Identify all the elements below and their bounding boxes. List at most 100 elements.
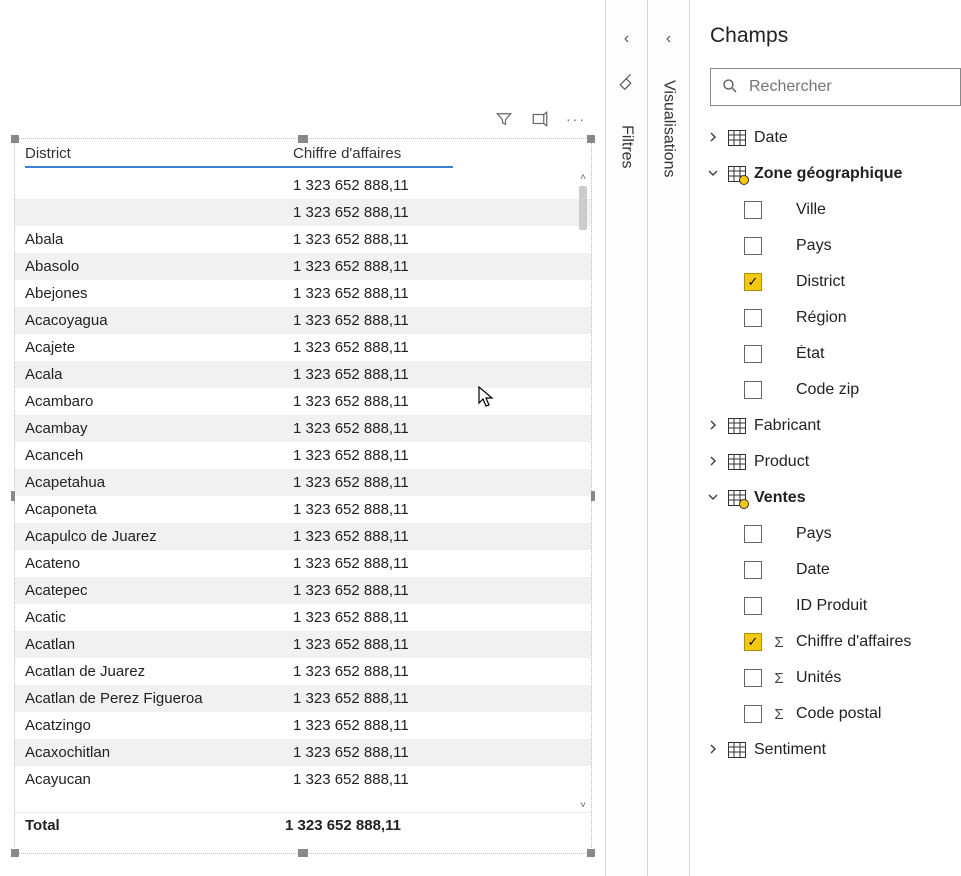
cell-district: Abala bbox=[25, 231, 293, 248]
table-row[interactable]: Abejones1 323 652 888,11 bbox=[15, 280, 591, 307]
scroll-up-icon[interactable]: ˄ bbox=[577, 172, 589, 184]
table-row[interactable]: Acatlan1 323 652 888,11 bbox=[15, 631, 591, 658]
total-label: Total bbox=[25, 817, 285, 834]
table-row[interactable]: Acapulco de Juarez1 323 652 888,11 bbox=[15, 523, 591, 550]
field-label: Unités bbox=[796, 669, 953, 687]
resize-handle[interactable] bbox=[587, 849, 595, 857]
table-row[interactable]: Acateno1 323 652 888,11 bbox=[15, 550, 591, 577]
expand-viz-chevron-icon[interactable]: ‹ bbox=[666, 30, 671, 48]
field-row[interactable]: Code zip bbox=[744, 372, 953, 408]
scroll-thumb[interactable] bbox=[579, 186, 587, 230]
table-body: ˄ ˅ 1 323 652 888,111 323 652 888,11Abal… bbox=[15, 172, 591, 812]
visualizations-pane-collapsed[interactable]: ‹ Visualisations bbox=[647, 0, 689, 876]
cell-revenue: 1 323 652 888,11 bbox=[293, 690, 443, 707]
cell-district: Acatic bbox=[25, 609, 293, 626]
chevron-down-icon[interactable] bbox=[706, 489, 720, 507]
column-header-revenue[interactable]: Chiffre d'affaires bbox=[293, 145, 443, 162]
table-node[interactable]: Date bbox=[706, 120, 953, 156]
table-row[interactable]: 1 323 652 888,11 bbox=[15, 199, 591, 226]
table-row[interactable]: Acacoyagua1 323 652 888,11 bbox=[15, 307, 591, 334]
field-row[interactable]: ΣCode postal bbox=[744, 696, 953, 732]
chevron-right-icon[interactable] bbox=[706, 741, 720, 759]
chevron-right-icon[interactable] bbox=[706, 417, 720, 435]
resize-handle[interactable] bbox=[11, 135, 19, 143]
report-canvas[interactable]: ··· District Chiffre d'affaires ˄ ˅ 1 32… bbox=[0, 0, 605, 876]
table-row[interactable]: Acatlan de Juarez1 323 652 888,11 bbox=[15, 658, 591, 685]
field-row[interactable]: Date bbox=[744, 552, 953, 588]
table-visual[interactable]: District Chiffre d'affaires ˄ ˅ 1 323 65… bbox=[14, 138, 592, 854]
field-row[interactable]: Ville bbox=[744, 192, 953, 228]
scroll-down-icon[interactable]: ˅ bbox=[577, 800, 589, 812]
cell-district: Acatzingo bbox=[25, 717, 293, 734]
more-options-icon[interactable]: ··· bbox=[567, 110, 585, 128]
cell-district: Acacoyagua bbox=[25, 312, 293, 329]
table-node[interactable]: Fabricant bbox=[706, 408, 953, 444]
eraser-icon[interactable] bbox=[618, 72, 636, 93]
field-checkbox[interactable] bbox=[744, 561, 762, 579]
field-checkbox[interactable] bbox=[744, 669, 762, 687]
field-checkbox[interactable] bbox=[744, 201, 762, 219]
table-row[interactable]: Acatic1 323 652 888,11 bbox=[15, 604, 591, 631]
table-node[interactable]: Sentiment bbox=[706, 732, 953, 768]
fields-search-box[interactable] bbox=[710, 68, 961, 106]
field-row[interactable]: Région bbox=[744, 300, 953, 336]
chevron-down-icon[interactable] bbox=[706, 165, 720, 183]
field-row[interactable]: ✓District bbox=[744, 264, 953, 300]
resize-handle[interactable] bbox=[298, 135, 308, 143]
expand-filters-chevron-icon[interactable]: ‹ bbox=[624, 30, 629, 48]
table-row[interactable]: Acayucan1 323 652 888,11 bbox=[15, 766, 591, 793]
table-row[interactable]: 1 323 652 888,11 bbox=[15, 172, 591, 199]
filters-pane-collapsed[interactable]: ‹ Filtres bbox=[605, 0, 647, 876]
field-checkbox[interactable] bbox=[744, 525, 762, 543]
field-row[interactable]: ΣUnités bbox=[744, 660, 953, 696]
table-node[interactable]: Ventes bbox=[706, 480, 953, 516]
resize-handle[interactable] bbox=[11, 849, 19, 857]
cell-revenue: 1 323 652 888,11 bbox=[293, 582, 443, 599]
focus-mode-icon[interactable] bbox=[531, 110, 549, 128]
table-row[interactable]: Acatzingo1 323 652 888,11 bbox=[15, 712, 591, 739]
cell-revenue: 1 323 652 888,11 bbox=[293, 366, 443, 383]
field-checkbox[interactable] bbox=[744, 597, 762, 615]
resize-handle[interactable] bbox=[298, 849, 308, 857]
field-checkbox[interactable] bbox=[744, 237, 762, 255]
chevron-right-icon[interactable] bbox=[706, 129, 720, 147]
table-row[interactable]: Acambaro1 323 652 888,11 bbox=[15, 388, 591, 415]
field-checkbox[interactable] bbox=[744, 381, 762, 399]
cell-district: Acatlan de Juarez bbox=[25, 663, 293, 680]
field-checkbox[interactable] bbox=[744, 345, 762, 363]
table-row[interactable]: Acala1 323 652 888,11 bbox=[15, 361, 591, 388]
table-row[interactable]: Abala1 323 652 888,11 bbox=[15, 226, 591, 253]
table-node[interactable]: Zone géographique bbox=[706, 156, 953, 192]
table-row[interactable]: Acapetahua1 323 652 888,11 bbox=[15, 469, 591, 496]
table-row[interactable]: Abasolo1 323 652 888,11 bbox=[15, 253, 591, 280]
table-row[interactable]: Acanceh1 323 652 888,11 bbox=[15, 442, 591, 469]
cell-revenue: 1 323 652 888,11 bbox=[293, 258, 443, 275]
field-row[interactable]: ✓ΣChiffre d'affaires bbox=[744, 624, 953, 660]
resize-handle[interactable] bbox=[587, 135, 595, 143]
chevron-right-icon[interactable] bbox=[706, 453, 720, 471]
field-row[interactable]: Pays bbox=[744, 516, 953, 552]
table-row[interactable]: Acaxochitlan1 323 652 888,11 bbox=[15, 739, 591, 766]
field-row[interactable]: État bbox=[744, 336, 953, 372]
field-checkbox[interactable]: ✓ bbox=[744, 633, 762, 651]
visual-toolbar: ··· bbox=[495, 110, 585, 128]
table-row[interactable]: Acaponeta1 323 652 888,11 bbox=[15, 496, 591, 523]
filter-icon[interactable] bbox=[495, 110, 513, 128]
table-row[interactable]: Acatlan de Perez Figueroa1 323 652 888,1… bbox=[15, 685, 591, 712]
field-checkbox[interactable]: ✓ bbox=[744, 273, 762, 291]
fields-pane-title: Champs bbox=[690, 24, 961, 68]
field-row[interactable]: Pays bbox=[744, 228, 953, 264]
table-row[interactable]: Acajete1 323 652 888,11 bbox=[15, 334, 591, 361]
field-row[interactable]: ID Produit bbox=[744, 588, 953, 624]
table-scrollbar[interactable]: ˄ ˅ bbox=[577, 172, 589, 812]
cell-revenue: 1 323 652 888,11 bbox=[293, 393, 443, 410]
table-node[interactable]: Product bbox=[706, 444, 953, 480]
fields-tree: DateZone géographiqueVillePays✓DistrictR… bbox=[690, 120, 961, 768]
table-row[interactable]: Acatepec1 323 652 888,11 bbox=[15, 577, 591, 604]
search-input[interactable] bbox=[749, 78, 956, 96]
table-row[interactable]: Acambay1 323 652 888,11 bbox=[15, 415, 591, 442]
field-checkbox[interactable] bbox=[744, 309, 762, 327]
column-header-district[interactable]: District bbox=[25, 145, 293, 162]
field-checkbox[interactable] bbox=[744, 705, 762, 723]
cell-district: Acateno bbox=[25, 555, 293, 572]
